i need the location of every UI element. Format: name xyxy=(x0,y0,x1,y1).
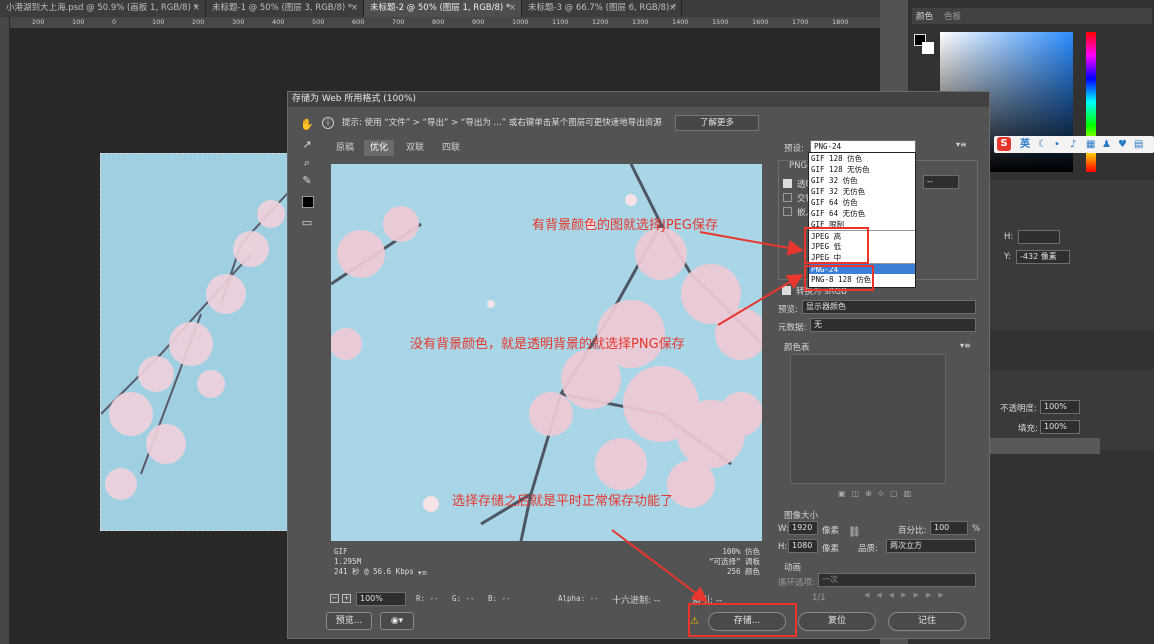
annotation-arrows xyxy=(611,231,804,603)
arrow-to-png xyxy=(717,273,804,326)
arrow-to-jpeg xyxy=(699,231,804,256)
arrow-to-save xyxy=(611,529,709,603)
